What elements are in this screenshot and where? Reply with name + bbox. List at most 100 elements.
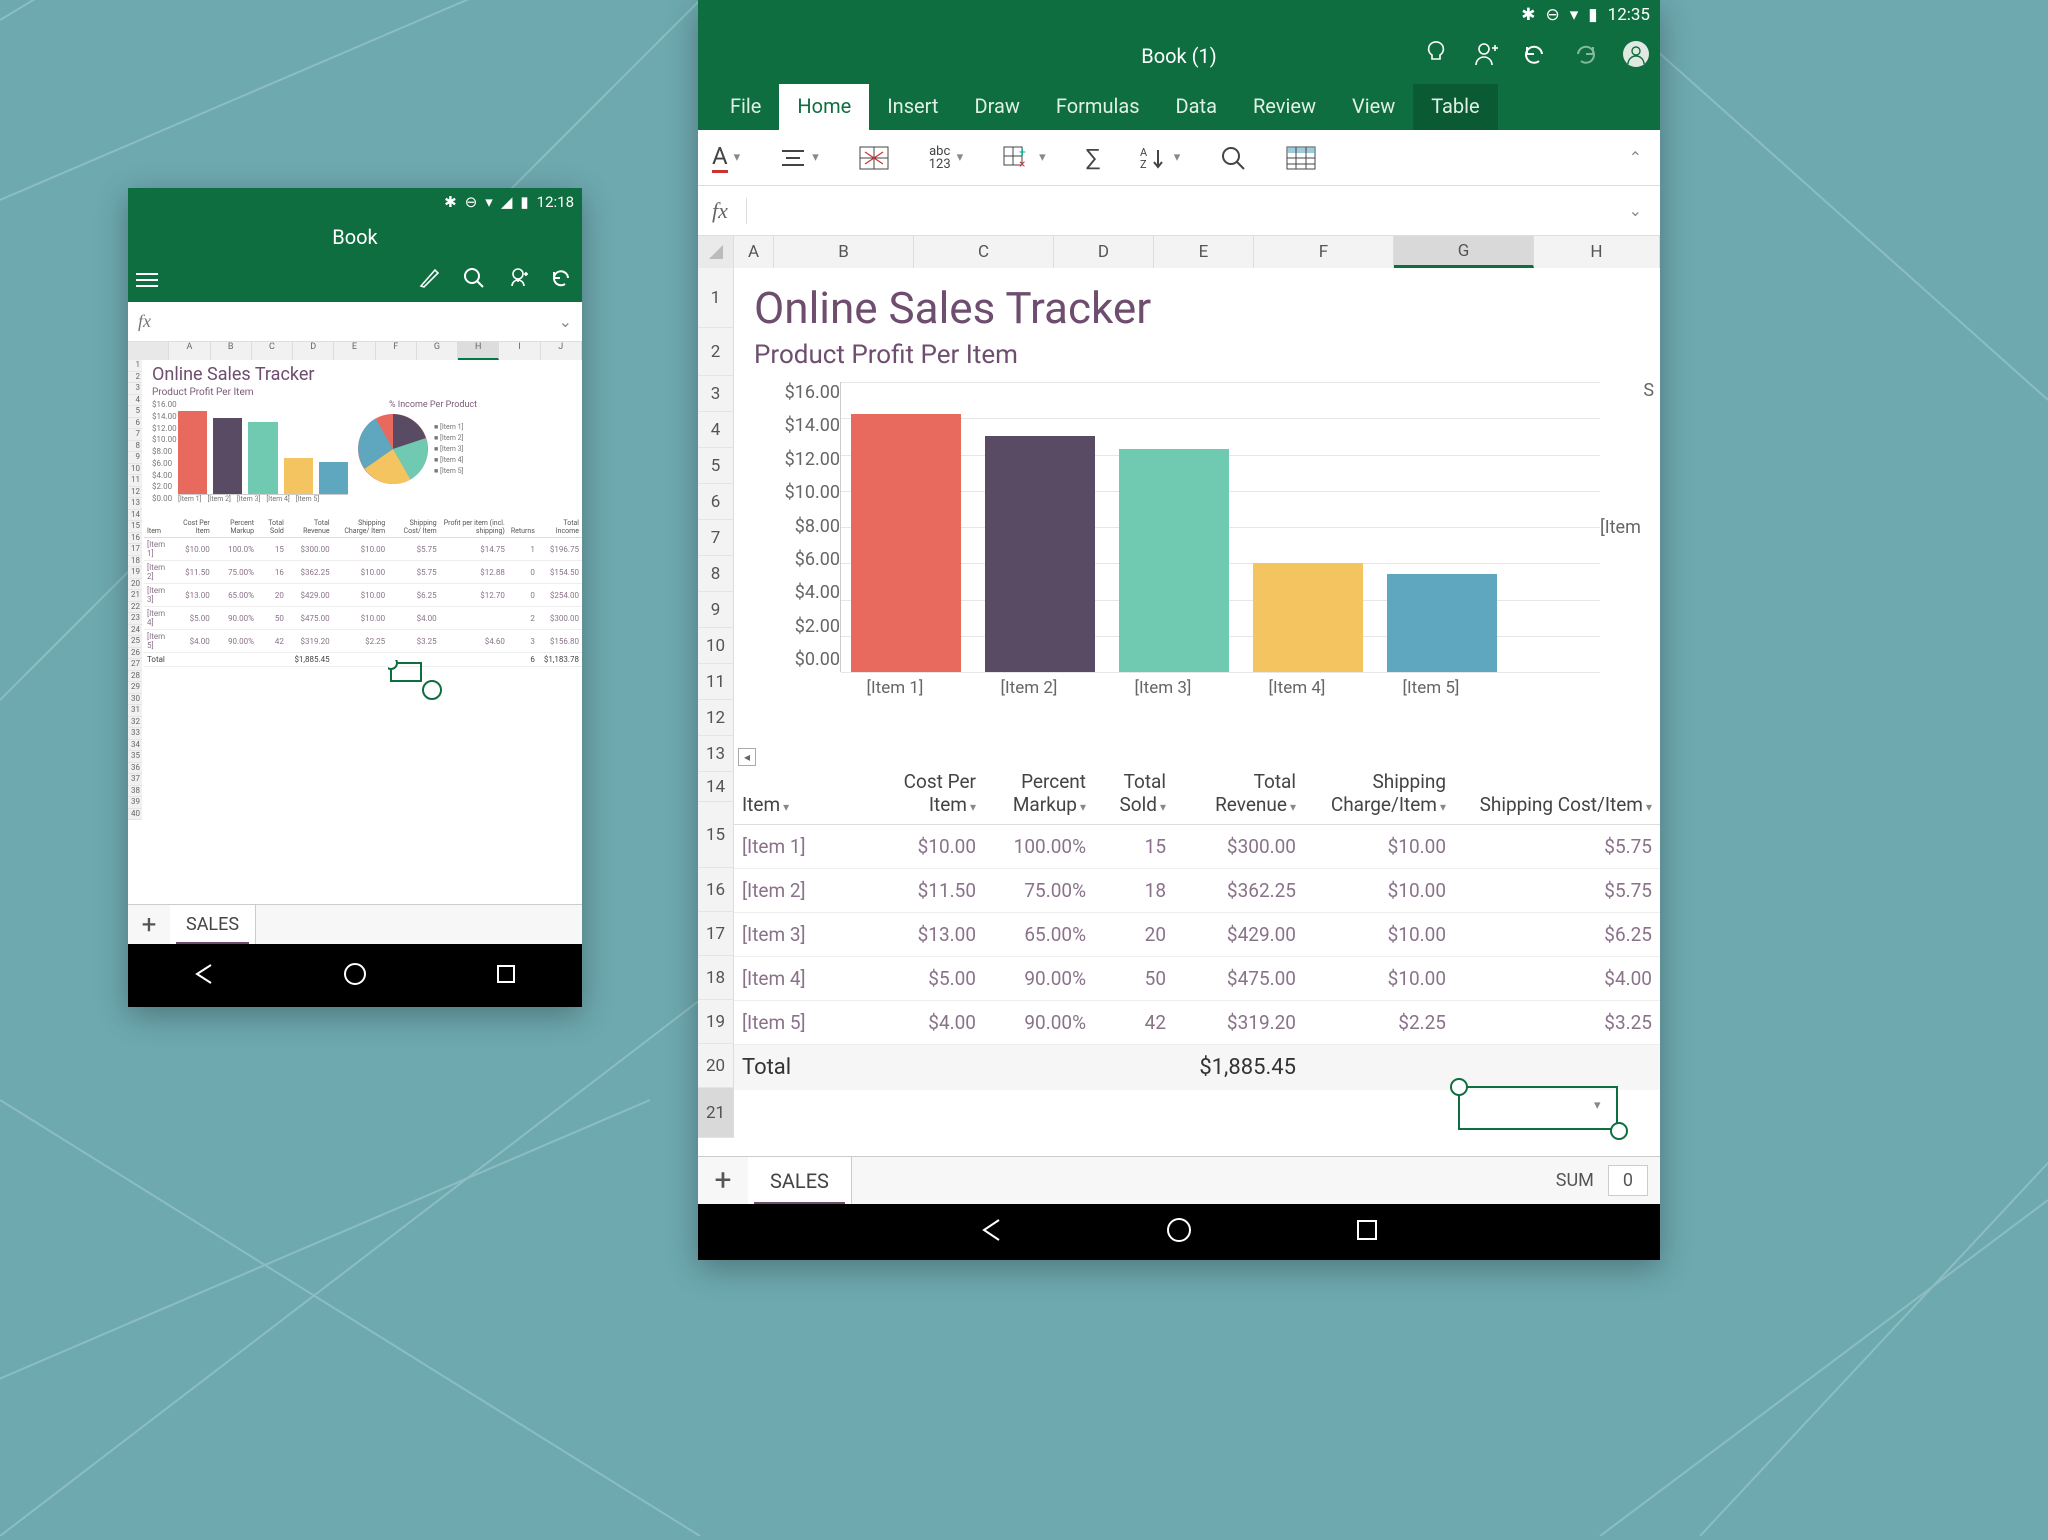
sheet-body[interactable]: 123456789101112131415161718192021 Online… <box>698 268 1660 1206</box>
bar-chart <box>178 400 348 495</box>
status-time: 12:18 <box>537 193 574 211</box>
search-icon[interactable] <box>462 266 486 294</box>
share-icon[interactable] <box>506 266 530 294</box>
tab-data[interactable]: Data <box>1158 84 1235 130</box>
table-row: [Item 2]$11.5075.00%18$362.25$10.00$5.75 <box>734 869 1660 913</box>
undo-icon[interactable] <box>1522 41 1548 72</box>
autosum-button[interactable]: ∑ <box>1086 144 1100 172</box>
recent-icon[interactable] <box>493 961 519 991</box>
pie-legend: [Item 1][Item 2][Item 3][Item 4][Item 5] <box>434 423 463 475</box>
svg-text:×: × <box>1019 157 1025 170</box>
battery-icon: ▮ <box>520 193 528 211</box>
find-button[interactable] <box>1220 145 1246 171</box>
selection-handle[interactable] <box>1610 1122 1628 1140</box>
filter-caret-icon[interactable]: ▾ <box>1594 1098 1601 1113</box>
bluetooth-icon: ✱ <box>444 193 457 211</box>
tab-home[interactable]: Home <box>779 84 869 130</box>
cell-style-button[interactable] <box>859 146 889 170</box>
bar-chart: $16.00$14.00$12.00$10.00$8.00$6.00$4.00$… <box>734 382 1660 672</box>
phone-title: Book <box>128 216 582 258</box>
table-row: [Item 5]$4.0090.00%42$319.20$2.25$3.25 <box>734 1001 1660 1045</box>
phone-data-table[interactable]: ItemCost Per ItemPercent MarkupTotal Sol… <box>144 517 582 667</box>
draw-icon[interactable] <box>418 266 442 294</box>
lightbulb-icon[interactable] <box>1424 40 1448 73</box>
tablet-titlebar: Book (1) <box>698 30 1660 82</box>
chevron-down-icon[interactable]: ⌄ <box>1629 201 1642 220</box>
dnd-icon: ⊖ <box>465 193 478 211</box>
back-icon[interactable] <box>977 1216 1005 1248</box>
add-sheet-button[interactable]: + <box>128 910 170 940</box>
add-sheet-button[interactable]: + <box>698 1163 748 1198</box>
phone-status-bar: ✱ ⊖ ▾ ◢ ▮ 12:18 <box>128 188 582 216</box>
chart1-title: Product Profit Per Item <box>144 387 582 398</box>
home-icon[interactable] <box>1165 1216 1193 1248</box>
tab-file[interactable]: File <box>712 84 779 130</box>
phone-android-nav <box>128 944 582 1007</box>
redo-icon[interactable] <box>1572 41 1598 72</box>
tab-table[interactable]: Table <box>1413 84 1497 130</box>
selection-handle[interactable] <box>1450 1078 1468 1096</box>
legend-cut: [Item <box>1600 382 1640 672</box>
share-icon[interactable] <box>1472 40 1498 73</box>
y-axis-ticks: $16.00$14.00$12.00$10.00$8.00$6.00$4.00$… <box>152 400 178 503</box>
tab-review[interactable]: Review <box>1235 84 1334 130</box>
row-numbers[interactable]: 123456789101112131415161718192021 <box>698 268 734 1138</box>
wifi-icon: ▾ <box>1570 5 1579 25</box>
bluetooth-icon: ✱ <box>1521 5 1535 25</box>
formula-bar[interactable]: fx ⌄ <box>698 186 1660 236</box>
fx-label: fx <box>138 311 151 332</box>
fx-label: fx <box>712 198 747 224</box>
sheet-tab-sales[interactable]: SALES <box>170 905 256 945</box>
ribbon-toolbar: A▾ ▾ abc123▾ +×▾ ∑ AZ▾ ⌃ <box>698 130 1660 186</box>
table-row: [Item 1]$10.00100.00%15$300.00$10.00$5.7… <box>734 825 1660 869</box>
collapse-ribbon-icon[interactable]: ⌃ <box>1629 148 1642 167</box>
phone-row-numbers[interactable]: 1234567891011121314151617181920212223242… <box>128 360 142 820</box>
tab-draw[interactable]: Draw <box>956 84 1037 130</box>
selection-handles[interactable] <box>388 660 448 700</box>
table-row: [Item 3]$13.0065.00%20$429.00$10.00$6.25 <box>734 913 1660 957</box>
total-row: Total$1,885.45 <box>734 1045 1660 1091</box>
truncated-text: S <box>1643 380 1654 401</box>
font-color-button[interactable]: A▾ <box>712 142 740 173</box>
number-format-button[interactable]: abc123▾ <box>929 145 963 171</box>
insert-delete-button[interactable]: +×▾ <box>1003 146 1046 170</box>
phone-sheet-tabs: + SALES <box>128 904 582 944</box>
android-nav <box>698 1204 1660 1260</box>
sort-button[interactable]: AZ▾ <box>1140 146 1181 170</box>
recent-icon[interactable] <box>1353 1216 1381 1248</box>
select-all-corner[interactable] <box>698 236 734 268</box>
outline-collapse-button[interactable]: ◂ <box>738 748 756 766</box>
hamburger-icon[interactable] <box>136 269 158 291</box>
chevron-down-icon[interactable]: ⌄ <box>559 312 572 331</box>
phone-column-headers[interactable]: A B C D E F G H I J <box>128 342 582 360</box>
phone-device: ✱ ⊖ ▾ ◢ ▮ 12:18 Book fx ⌄ A B C D E F G … <box>128 188 582 1007</box>
sheet-title: Online Sales Tracker <box>144 360 582 387</box>
account-icon[interactable] <box>1622 40 1650 73</box>
tab-insert[interactable]: Insert <box>869 84 956 130</box>
pie-chart <box>358 414 428 484</box>
status-time: 12:35 <box>1608 5 1650 25</box>
align-button[interactable]: ▾ <box>780 148 819 168</box>
tablet-status-bar: ✱ ⊖ ▾ ▮ 12:35 <box>698 0 1660 30</box>
sheet-tabs-bar: + SALES SUM 0 <box>698 1156 1660 1204</box>
signal-icon: ◢ <box>501 193 513 211</box>
table-header-row: Item▾ Cost Per Item▾ Percent Markup▾ Tot… <box>734 764 1660 825</box>
tablet-device: ✱ ⊖ ▾ ▮ 12:35 Book (1) File Home Insert … <box>698 0 1660 1260</box>
column-headers[interactable]: A B C D E F G H <box>698 236 1660 268</box>
sheet-tab-sales[interactable]: SALES <box>748 1157 852 1205</box>
data-table[interactable]: Item▾ Cost Per Item▾ Percent Markup▾ Tot… <box>734 764 1660 1090</box>
svg-text:Z: Z <box>1140 158 1147 170</box>
undo-icon[interactable] <box>550 266 574 294</box>
back-icon[interactable] <box>191 961 217 991</box>
table-button[interactable] <box>1286 146 1316 170</box>
tab-view[interactable]: View <box>1334 84 1413 130</box>
battery-icon: ▮ <box>1588 5 1597 25</box>
phone-sheet[interactable]: Online Sales Tracker Product Profit Per … <box>128 360 582 904</box>
tab-formulas[interactable]: Formulas <box>1038 84 1158 130</box>
phone-toolbar <box>128 258 582 302</box>
y-axis-ticks: $16.00$14.00$12.00$10.00$8.00$6.00$4.00$… <box>754 382 840 672</box>
home-icon[interactable] <box>342 961 368 991</box>
sheet-title: Online Sales Tracker <box>734 268 1660 340</box>
phone-formula-bar[interactable]: fx ⌄ <box>128 302 582 342</box>
table-row: [Item 4]$5.0090.00%50$475.00$10.00$4.00 <box>734 957 1660 1001</box>
